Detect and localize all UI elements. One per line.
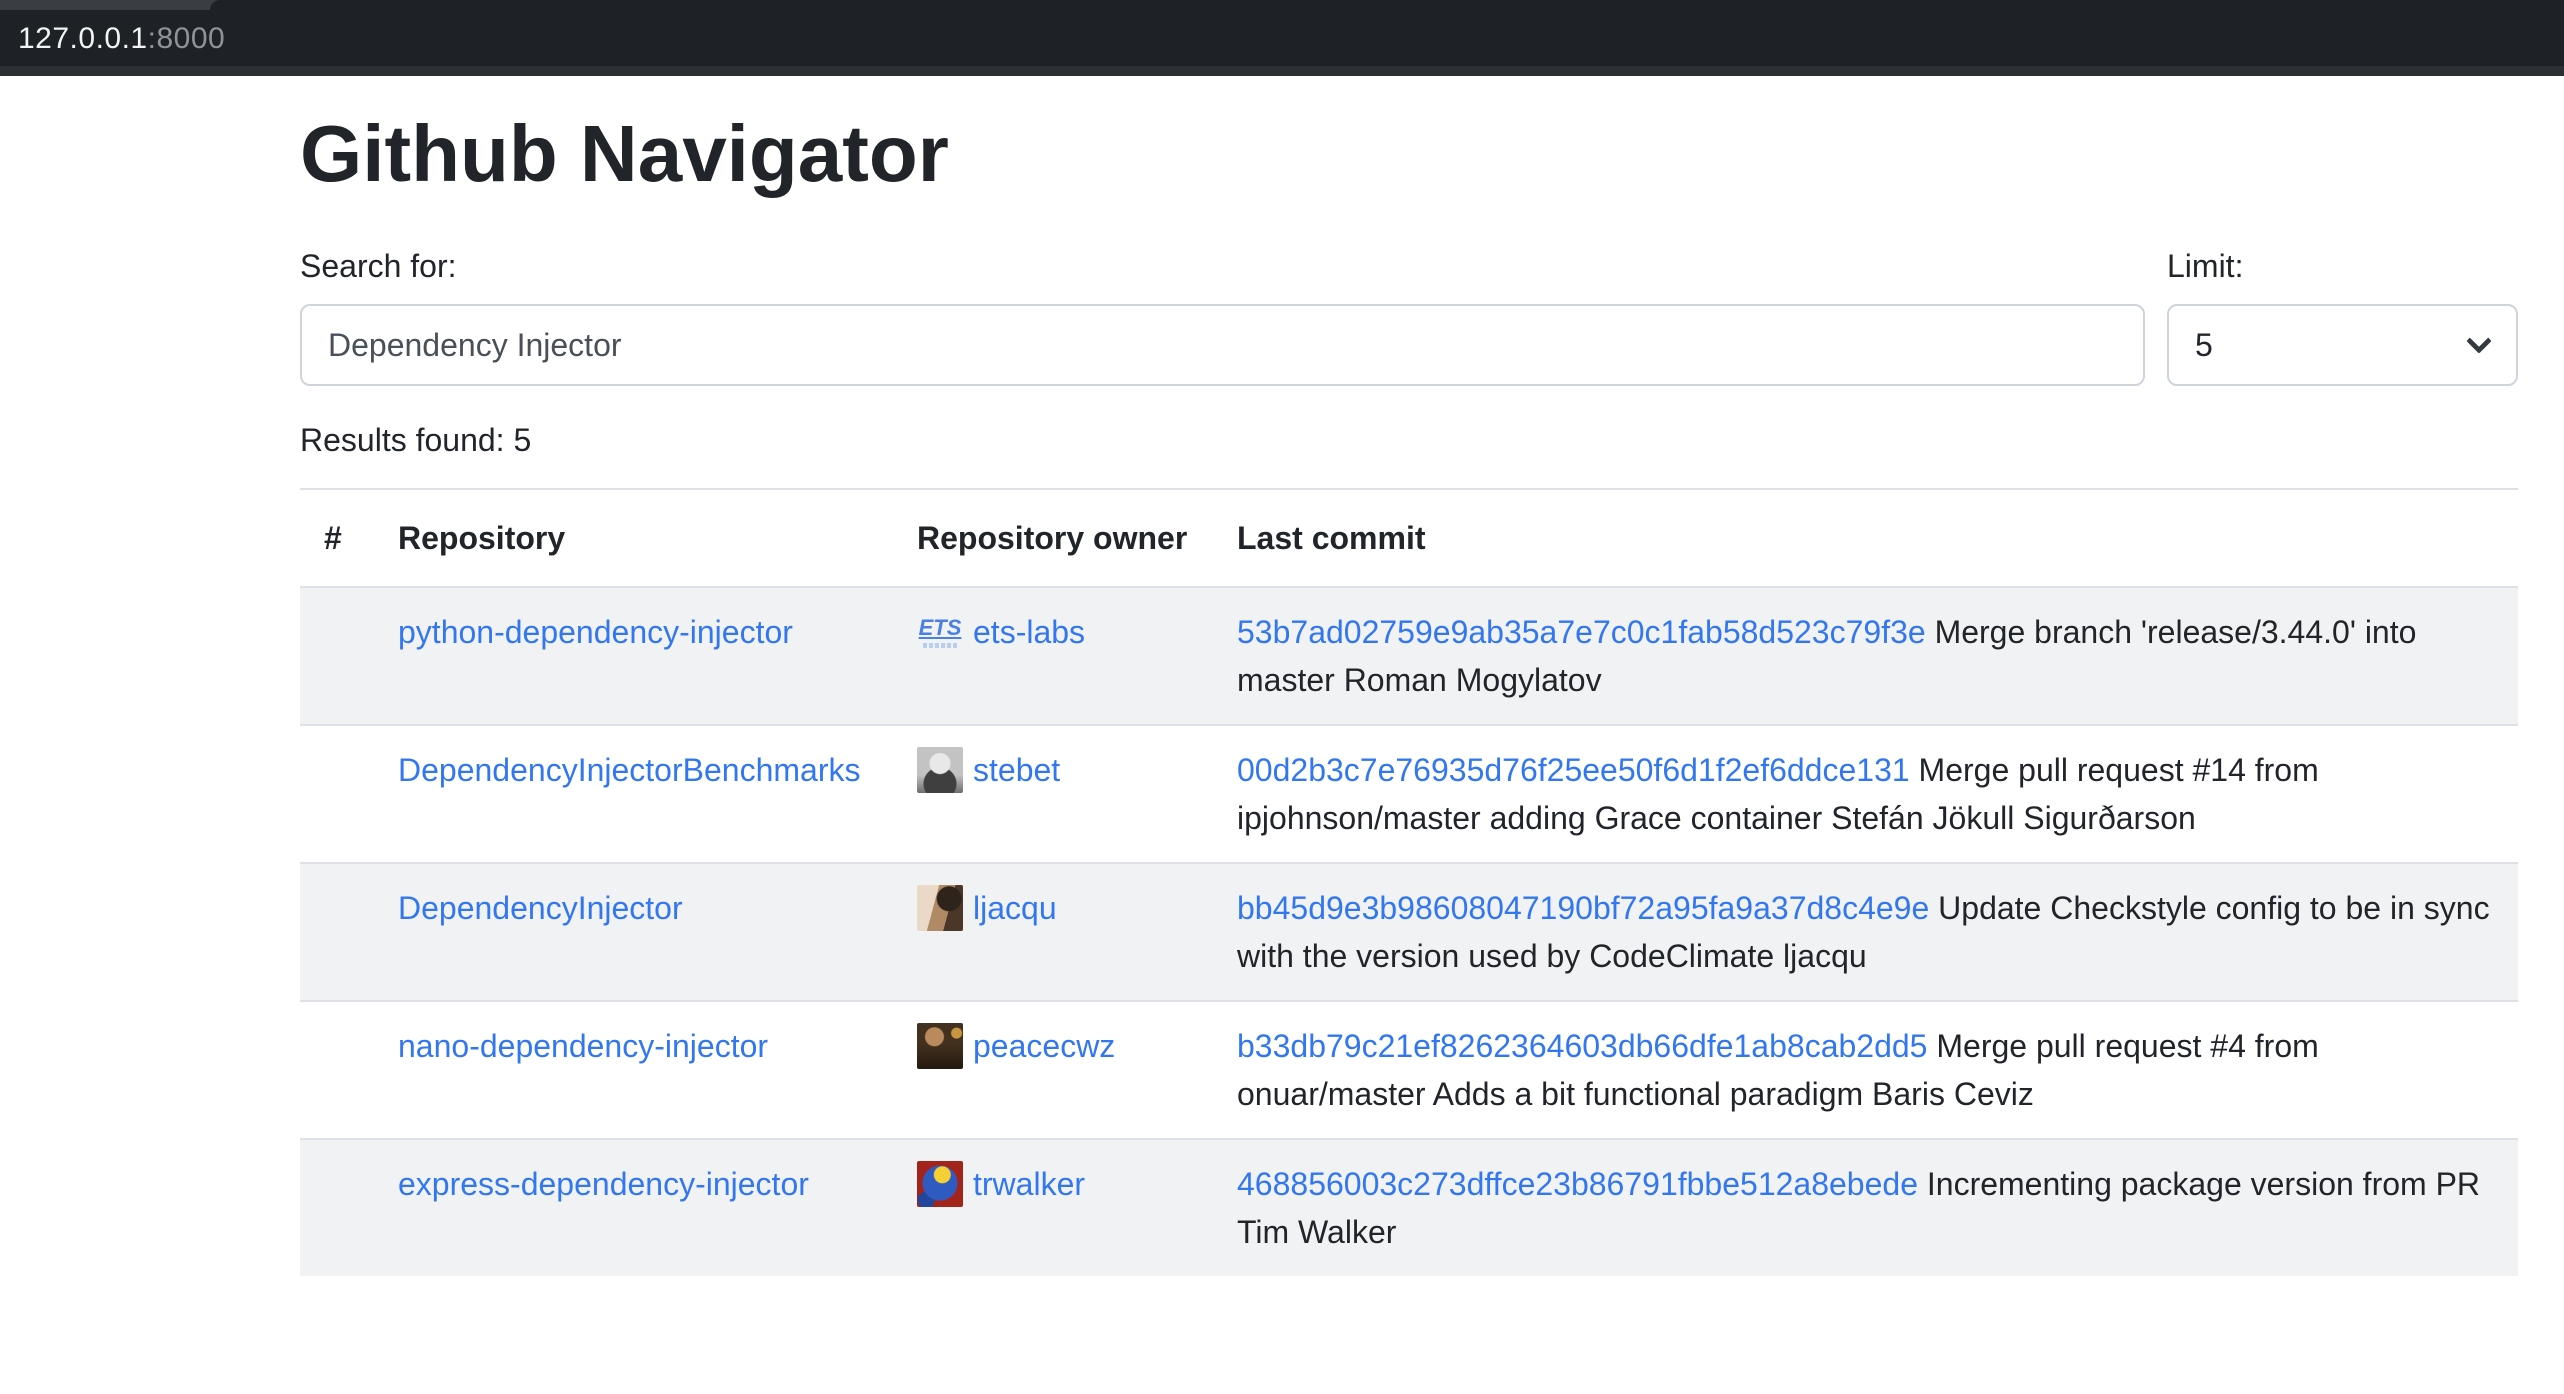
url-host: 127.0.0.1 xyxy=(18,22,148,55)
results-table: # Repository Repository owner Last commi… xyxy=(300,488,2518,1276)
owner-avatar xyxy=(917,747,963,793)
last-commit-cell: b33db79c21ef8262364603db66dfe1ab8cab2dd5… xyxy=(1213,1001,2518,1139)
owner-avatar: ETS xyxy=(917,609,963,655)
table-header-row: # Repository Repository owner Last commi… xyxy=(300,489,2518,587)
header-last-commit: Last commit xyxy=(1213,489,2518,587)
table-row: nano-dependency-injector peacecwz b33db7… xyxy=(300,1001,2518,1139)
results-table-body: python-dependency-injector ETS ets-labs … xyxy=(300,587,2518,1276)
table-row: DependencyInjectorBenchmarks stebet 00d2… xyxy=(300,725,2518,863)
header-number: # xyxy=(300,489,374,587)
owner-cell: peacecwz xyxy=(893,1001,1213,1139)
owner-cell: trwalker xyxy=(893,1139,1213,1276)
repository-cell: python-dependency-injector xyxy=(374,587,893,725)
owner-avatar xyxy=(917,1161,963,1207)
table-row: express-dependency-injector trwalker 468… xyxy=(300,1139,2518,1276)
row-number-cell xyxy=(300,1139,374,1276)
repository-cell: DependencyInjectorBenchmarks xyxy=(374,725,893,863)
owner-avatar xyxy=(917,885,963,931)
owner-link[interactable]: peacecwz xyxy=(973,1022,1115,1070)
url-text[interactable]: 127.0.0.1:8000 xyxy=(18,16,225,61)
last-commit-cell: bb45d9e3b98608047190bf72a95fa9a37d8c4e9e… xyxy=(1213,863,2518,1001)
row-number-cell xyxy=(300,587,374,725)
repository-link[interactable]: DependencyInjector xyxy=(398,890,683,926)
last-commit-cell: 53b7ad02759e9ab35a7e7c0c1fab58d523c79f3e… xyxy=(1213,587,2518,725)
search-input[interactable] xyxy=(300,304,2145,386)
commit-hash-link[interactable]: 53b7ad02759e9ab35a7e7c0c1fab58d523c79f3e xyxy=(1237,614,1926,650)
browser-toolbar-edge xyxy=(0,66,2564,76)
table-row: DependencyInjector ljacqu bb45d9e3b98608… xyxy=(300,863,2518,1001)
header-repository: Repository xyxy=(374,489,893,587)
commit-hash-link[interactable]: bb45d9e3b98608047190bf72a95fa9a37d8c4e9e xyxy=(1237,890,1929,926)
owner-cell: ETS ets-labs xyxy=(893,587,1213,725)
limit-label: Limit: xyxy=(2167,242,2518,290)
last-commit-cell: 468856003c273dffce23b86791fbbe512a8ebede… xyxy=(1213,1139,2518,1276)
table-row: python-dependency-injector ETS ets-labs … xyxy=(300,587,2518,725)
page-title: Github Navigator xyxy=(300,106,2518,202)
row-number-cell xyxy=(300,1001,374,1139)
url-port: :8000 xyxy=(148,22,226,55)
row-number-cell xyxy=(300,725,374,863)
browser-tab-strip xyxy=(0,0,2564,10)
owner-avatar xyxy=(917,1023,963,1069)
repository-cell: nano-dependency-injector xyxy=(374,1001,893,1139)
search-label: Search for: xyxy=(300,242,2145,290)
row-number-cell xyxy=(300,863,374,1001)
owner-cell: ljacqu xyxy=(893,863,1213,1001)
header-repository-owner: Repository owner xyxy=(893,489,1213,587)
repository-link[interactable]: DependencyInjectorBenchmarks xyxy=(398,752,860,788)
owner-link[interactable]: stebet xyxy=(973,746,1060,794)
main-content: Github Navigator Search for: Limit: 5 Re… xyxy=(0,106,2518,1276)
repository-link[interactable]: python-dependency-injector xyxy=(398,614,793,650)
owner-cell: stebet xyxy=(893,725,1213,863)
repository-link[interactable]: nano-dependency-injector xyxy=(398,1028,768,1064)
commit-hash-link[interactable]: b33db79c21ef8262364603db66dfe1ab8cab2dd5 xyxy=(1237,1028,1927,1064)
browser-tab-edge xyxy=(210,0,2564,10)
browser-address-bar[interactable]: 127.0.0.1:8000 xyxy=(0,10,2564,66)
owner-link[interactable]: trwalker xyxy=(973,1160,1085,1208)
commit-hash-link[interactable]: 00d2b3c7e76935d76f25ee50f6d1f2ef6ddce131 xyxy=(1237,752,1910,788)
owner-link[interactable]: ets-labs xyxy=(973,608,1085,656)
repository-link[interactable]: express-dependency-injector xyxy=(398,1166,809,1202)
commit-hash-link[interactable]: 468856003c273dffce23b86791fbbe512a8ebede xyxy=(1237,1166,1918,1202)
search-form: Search for: Limit: 5 xyxy=(300,242,2518,386)
owner-link[interactable]: ljacqu xyxy=(973,884,1057,932)
limit-select[interactable]: 5 xyxy=(2167,304,2518,386)
results-summary: Results found: 5 xyxy=(300,416,2518,464)
repository-cell: express-dependency-injector xyxy=(374,1139,893,1276)
last-commit-cell: 00d2b3c7e76935d76f25ee50f6d1f2ef6ddce131… xyxy=(1213,725,2518,863)
repository-cell: DependencyInjector xyxy=(374,863,893,1001)
